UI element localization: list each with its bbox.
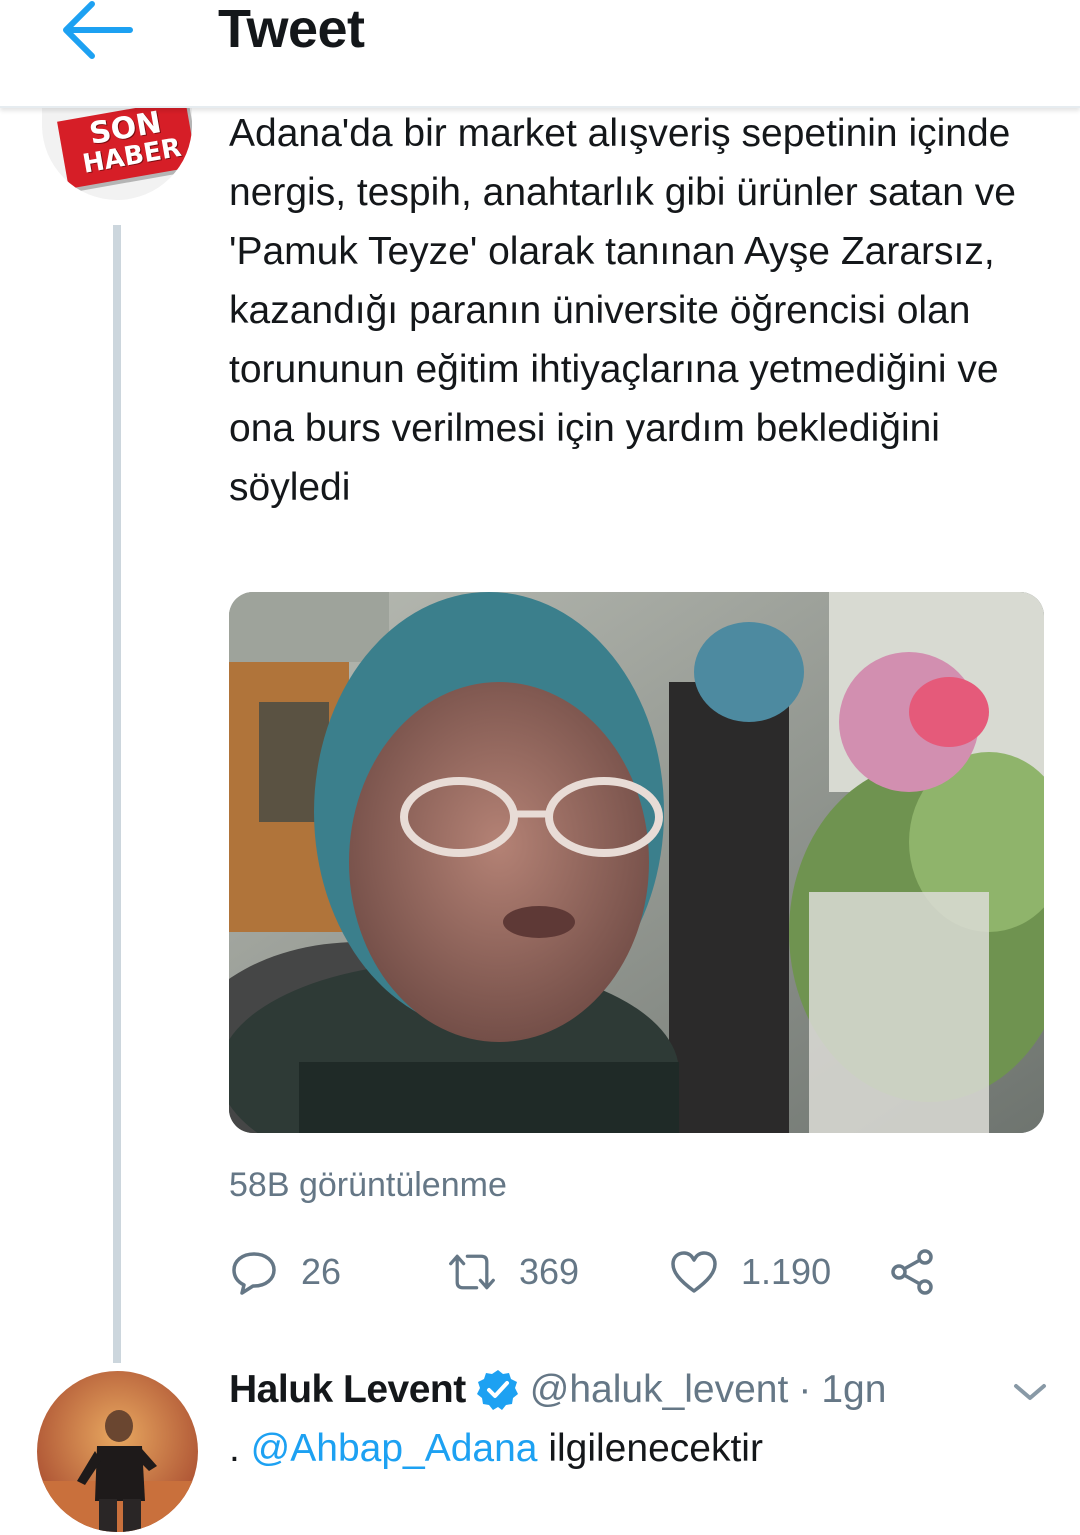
like-count: 1.190 [741, 1251, 832, 1292]
tweet-actions: 26 369 1.190 [229, 1240, 989, 1304]
reply-text: . @Ahbap_Adana ilgilenecektir [229, 1424, 763, 1474]
mention-link[interactable]: @Ahbap_Adana [251, 1427, 538, 1470]
retweet-count: 369 [519, 1251, 580, 1292]
video-thumbnail [229, 592, 1044, 1133]
reply-text-prefix: . [229, 1427, 251, 1470]
view-count: 58B görüntülenme [229, 1166, 507, 1204]
verified-badge-icon [476, 1370, 518, 1410]
timestamp: 1gn [821, 1368, 887, 1411]
arrow-left-icon [63, 1, 133, 59]
separator: · [798, 1368, 812, 1411]
page-title: Tweet [218, 0, 365, 59]
reply-count: 26 [301, 1251, 342, 1292]
heart-icon [671, 1251, 717, 1293]
top-bar: Tweet [0, 0, 1080, 108]
avatar[interactable] [37, 1371, 198, 1532]
retweet-button[interactable]: 369 [447, 1240, 579, 1304]
thread-line [113, 225, 121, 1363]
share-icon [891, 1249, 933, 1295]
reply-header: Haluk Levent @haluk_levent · 1gn [229, 1362, 886, 1418]
reply-button[interactable]: 26 [229, 1240, 341, 1304]
profile-photo [37, 1371, 198, 1532]
like-button[interactable]: 1.190 [669, 1240, 831, 1304]
back-button[interactable] [58, 0, 138, 60]
tweet-video[interactable] [229, 592, 1044, 1133]
reply-text-suffix: ilgilenecektir [537, 1427, 763, 1470]
reply-icon [232, 1252, 276, 1295]
display-name[interactable]: Haluk Levent [229, 1368, 466, 1412]
retweet-icon [449, 1254, 495, 1290]
chevron-down-icon[interactable] [1008, 1374, 1052, 1410]
logo-stamp: SON HABER [57, 99, 192, 189]
share-button[interactable] [887, 1240, 937, 1304]
user-handle[interactable]: @haluk_levent [530, 1368, 789, 1412]
tweet-text: Adana'da bir market alışveriş sepetinin … [229, 112, 1016, 509]
